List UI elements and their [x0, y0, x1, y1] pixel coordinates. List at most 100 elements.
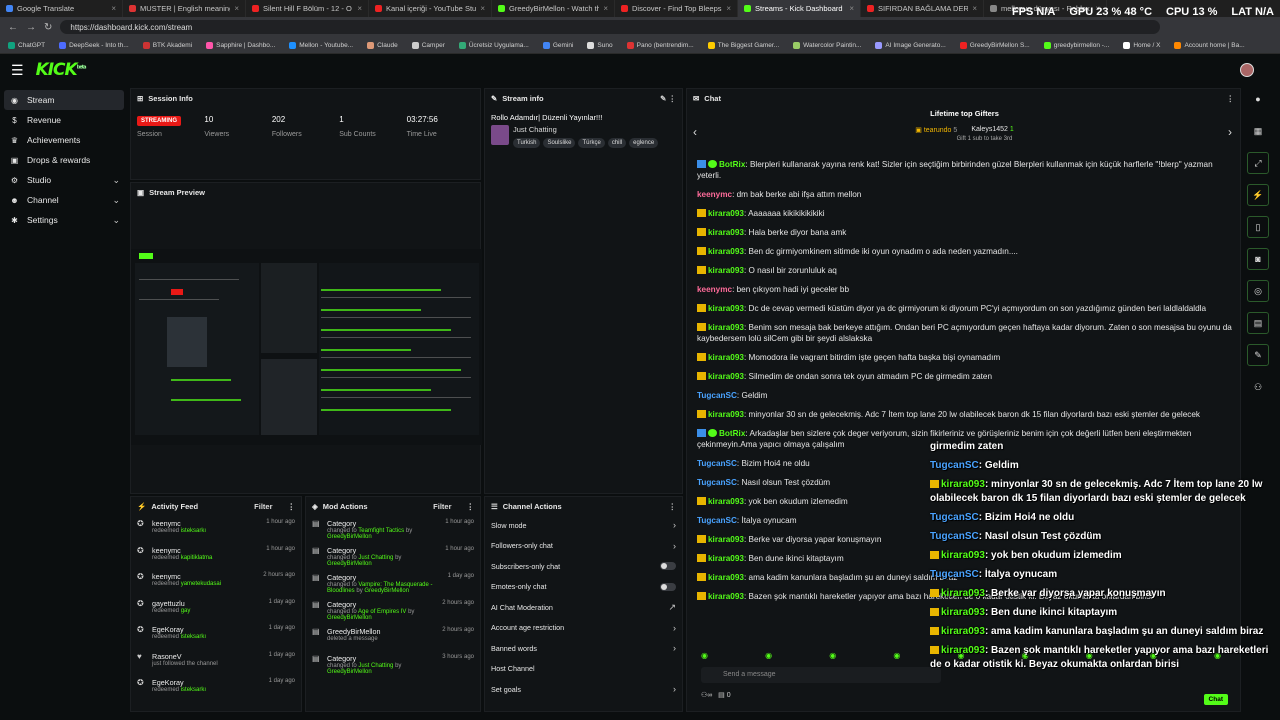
bookmark-item[interactable]: Mellon - Youtube... [289, 41, 353, 49]
chat-username[interactable]: TugcanSC [930, 512, 979, 523]
dashboard-icon[interactable]: ▦ [1247, 120, 1269, 142]
chat-username[interactable]: kirara093 [708, 410, 744, 419]
chat-username[interactable]: TugcanSC [697, 391, 737, 400]
chat-username[interactable]: kirara093 [941, 550, 985, 561]
sidebar-item-drops[interactable]: ▣ Drops & rewards [4, 150, 124, 170]
emote-icon[interactable]: ◉ [893, 651, 900, 660]
channel-action-slow-mode[interactable]: Slow mode › [485, 515, 682, 536]
sidebar-item-studio[interactable]: ⚙ Studio ⌄ [4, 170, 124, 190]
chat-username[interactable]: kirara093 [708, 497, 744, 506]
close-icon[interactable]: × [357, 4, 362, 13]
list-item[interactable]: ♥ RasoneV just followed the channel 1 day … [131, 648, 301, 675]
list-item[interactable]: ✪ keenymc redeemed yametekudasai 2 hours ag… [131, 568, 301, 595]
broadcast-icon[interactable]: ◎ [1247, 280, 1269, 302]
chat-username[interactable]: TugcanSC [697, 516, 737, 525]
chat-username[interactable]: kirara093 [708, 209, 744, 218]
avatar[interactable] [1240, 63, 1254, 77]
close-icon[interactable]: × [234, 4, 239, 13]
forward-icon[interactable]: → [26, 22, 36, 33]
list-item[interactable]: ✪ keenymc redeemed isteksarkı 1 hour ago [131, 515, 301, 542]
filter-button[interactable]: Filter [433, 502, 451, 511]
bookmark-item[interactable]: greedybirmellon -... [1043, 41, 1109, 49]
bookmark-item[interactable]: Pano (bentrendim... [626, 41, 694, 49]
chat-username[interactable]: TugcanSC [930, 569, 979, 580]
browser-tab[interactable]: GreedyBirMellon - Watch the VOD × [492, 0, 615, 17]
sidebar-item-channel[interactable]: ☻ Channel ⌄ [4, 190, 124, 210]
chat-input[interactable]: Send a message [701, 667, 941, 683]
more-icon[interactable]: ⋮ [467, 502, 475, 511]
chevron-down-icon[interactable]: ⌄ [112, 195, 120, 206]
info-icon[interactable]: ● [1247, 88, 1269, 110]
chat-username[interactable]: kirara093 [708, 247, 744, 256]
chat-username[interactable]: TugcanSC [697, 459, 737, 468]
chat-username[interactable]: kirara093 [708, 573, 744, 582]
expand-icon[interactable]: ⤢ [1247, 152, 1269, 174]
chat-username[interactable]: BotRix [719, 429, 745, 438]
chat-username[interactable]: BotRix [719, 160, 745, 169]
emote-icon[interactable]: ◉ [701, 651, 708, 660]
stream-tag[interactable]: Soulslike [543, 138, 576, 148]
chevron-right-icon[interactable]: › [673, 623, 676, 633]
chat-username[interactable]: kirara093 [941, 588, 985, 599]
channel-action-followers-only-chat[interactable]: Followers-only chat › [485, 536, 682, 557]
bookmark-item[interactable]: Claude [367, 41, 398, 49]
stream-tag[interactable]: eglence [629, 138, 659, 148]
list-item[interactable]: ✪ keenymc redeemed kapitiklatma 1 hour ago [131, 542, 301, 569]
more-icon[interactable]: ⋮ [288, 502, 296, 511]
chat-username[interactable]: kirara093 [708, 323, 744, 332]
chat-username[interactable]: keenymc [697, 285, 732, 294]
channel-action-set-goals[interactable]: Set goals › [485, 679, 682, 700]
bookmark-item[interactable]: Gemini [542, 41, 573, 49]
chevron-down-icon[interactable]: ⌄ [112, 215, 120, 226]
next-gifter-icon[interactable]: › [1228, 125, 1232, 139]
list-item[interactable]: ▤ Category changed to Vampire: The Masquer… [306, 569, 480, 596]
sidebar-item-achievements[interactable]: ♛ Achievements [4, 130, 124, 150]
message-icon[interactable]: ◙ [1247, 248, 1269, 270]
channel-action-ai-chat-moderation[interactable]: AI Chat Moderation ↗ [485, 597, 682, 618]
chevron-down-icon[interactable]: ⌄ [112, 175, 120, 186]
chat-username[interactable]: kirara093 [941, 479, 985, 490]
browser-tab[interactable]: Streams - Kick Dashboard × [738, 0, 861, 17]
browser-tab[interactable]: SIFIRDAN BAĞLAMA DERSİ 2 | Pe× [861, 0, 984, 17]
chat-username[interactable]: kirara093 [941, 607, 985, 618]
chat-send-button[interactable]: Chat [1203, 694, 1228, 705]
chat-username[interactable]: kirara093 [708, 554, 744, 563]
bookmark-item[interactable]: Account home | Ba... [1174, 41, 1245, 49]
emote-icon[interactable]: ◉ [829, 651, 836, 660]
channel-action-account-age-restriction[interactable]: Account age restriction › [485, 618, 682, 639]
bookmark-item[interactable]: Ücretsiz Uygulama... [458, 41, 529, 49]
browser-tab[interactable]: Discover - Find Top Bleeps, Stream× [615, 0, 738, 17]
bookmark-item[interactable]: Suno [587, 41, 613, 49]
bookmark-item[interactable]: AI Image Generato... [875, 41, 946, 49]
chat-username[interactable]: TugcanSC [930, 460, 979, 471]
chat-username[interactable]: TugcanSC [697, 478, 737, 487]
chat-username[interactable]: TugcanSC [930, 531, 979, 542]
prev-gifter-icon[interactable]: ‹ [693, 125, 697, 139]
chat-username[interactable]: kirara093 [708, 304, 744, 313]
stream-tag[interactable]: Türkçe [578, 138, 605, 148]
bookmark-item[interactable]: DeepSeek - Into th... [59, 41, 129, 49]
chat-username[interactable]: keenymc [697, 190, 732, 199]
browser-tab[interactable]: MUSTER | English meaning - Camb × [123, 0, 246, 17]
list-item[interactable]: ▤ Category changed to Teamfight Tactics by… [306, 515, 480, 542]
list-item[interactable]: ▤ Category changed to Just Chatting by Gre… [306, 650, 480, 677]
chevron-right-icon[interactable]: › [673, 684, 676, 694]
close-icon[interactable]: × [111, 4, 116, 13]
list-item[interactable]: ✪ EgeKoray redeemed isteksarkı 1 day ago [131, 621, 301, 648]
stream-tag[interactable]: Turkish [513, 138, 541, 148]
back-icon[interactable]: ← [8, 22, 18, 33]
chat-username[interactable]: kirara093 [708, 535, 744, 544]
chat-username[interactable]: kirara093 [708, 266, 744, 275]
chat-username[interactable]: kirara093 [708, 353, 744, 362]
bookmark-item[interactable]: ChatGPT [8, 41, 45, 49]
reload-icon[interactable]: ↻ [44, 22, 52, 33]
chevron-right-icon[interactable]: › [673, 541, 676, 551]
toggle-switch[interactable] [660, 582, 676, 591]
close-icon[interactable]: × [480, 4, 485, 13]
channel-action-host-channel[interactable]: Host Channel [485, 659, 682, 680]
filter-button[interactable]: Filter [254, 502, 272, 511]
list-item[interactable]: ✪ gayettuzlu redeemed gay 1 day ago [131, 595, 301, 622]
more-icon[interactable]: ⋮ [669, 502, 677, 511]
chat-username[interactable]: kirara093 [708, 592, 744, 601]
bookmark-item[interactable]: BTK Akademi [142, 41, 192, 49]
